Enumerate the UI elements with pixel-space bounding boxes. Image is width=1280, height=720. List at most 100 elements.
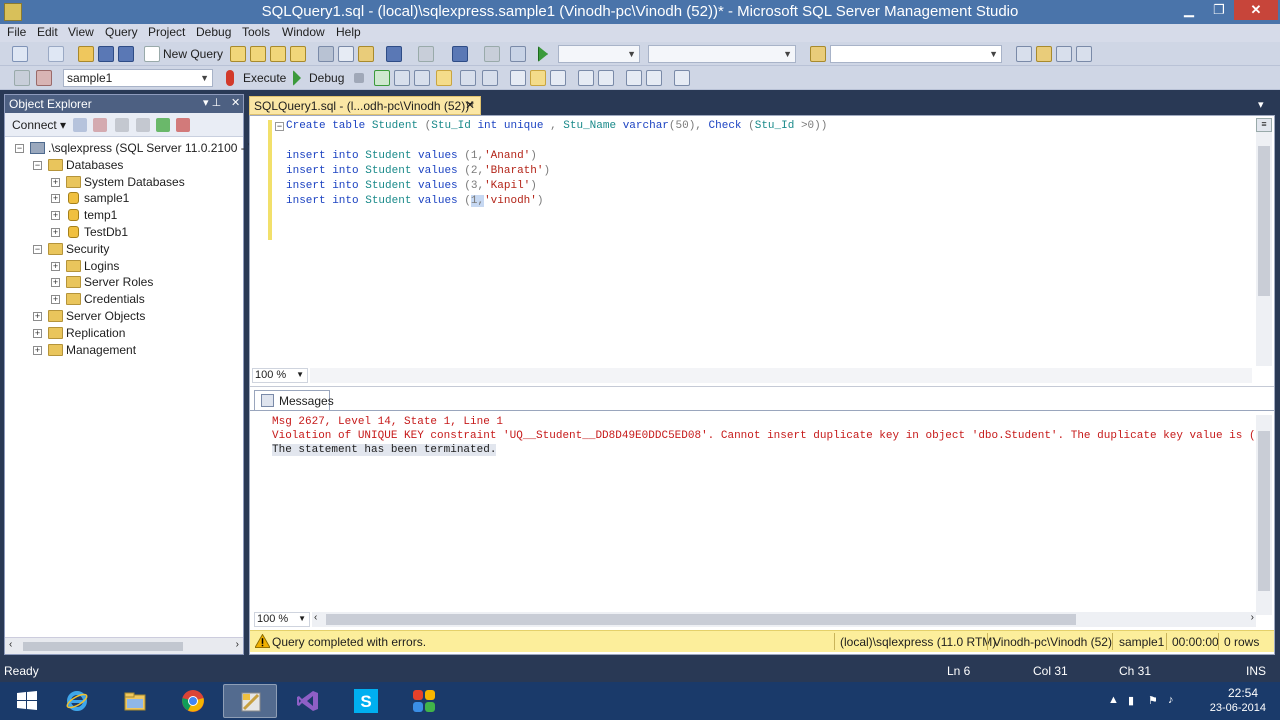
parse-icon[interactable] [374,70,390,86]
db-engine-query-icon[interactable] [230,46,246,62]
show-hidden-icons[interactable]: ▲ [1108,694,1120,706]
collapse-icon[interactable]: − [275,122,284,131]
registered-servers-icon[interactable] [1016,46,1032,62]
expand-icon[interactable]: + [51,177,60,187]
menu-debug[interactable]: Debug [196,25,231,39]
close-button[interactable]: ✕ [1234,0,1278,20]
expand-icon[interactable]: + [51,228,60,237]
object-explorer-close-icon[interactable]: ✕ [231,96,240,109]
mdx-query-icon[interactable] [270,46,286,62]
solution-platform-select[interactable]: ▼ [648,45,796,63]
taskbar-chrome[interactable] [166,684,220,718]
results-to-file-icon[interactable] [550,70,566,86]
include-plan-icon[interactable] [460,70,476,86]
results-grid-icon[interactable] [530,70,546,86]
expand-icon[interactable]: + [51,295,60,305]
expand-icon[interactable]: + [33,312,42,321]
navigate-forward-icon[interactable] [484,46,500,62]
find-in-files-icon[interactable] [810,46,826,62]
paste-icon[interactable] [358,46,374,62]
menu-query[interactable]: Query [105,25,138,39]
collapse-icon[interactable]: − [33,160,42,170]
increase-indent-icon[interactable] [646,70,662,86]
change-connection-icon[interactable] [36,70,52,86]
editor-vscroll[interactable] [1256,118,1272,366]
comment-icon[interactable] [578,70,594,86]
template-explorer-icon[interactable] [1056,46,1072,62]
client-stats-icon[interactable] [482,70,498,86]
add-item-icon[interactable] [48,46,64,62]
taskbar-app[interactable] [397,684,451,718]
menu-project[interactable]: Project [148,25,185,39]
document-list-icon[interactable]: ▾ [1258,98,1264,111]
save-all-icon[interactable] [118,46,134,62]
pin-icon[interactable]: ▾ ⊥ [203,96,221,109]
results-hscroll-thumb[interactable] [326,614,1076,625]
taskbar-visual-studio[interactable] [281,684,335,718]
battery-icon[interactable]: ▮ [1128,694,1140,707]
analysis-query-icon[interactable] [250,46,266,62]
flag-icon[interactable]: ⚑ [1148,694,1160,707]
split-handle-icon[interactable]: ≡ [1256,118,1272,132]
object-explorer-icon[interactable] [1036,46,1052,62]
refresh-icon[interactable] [156,118,170,132]
debug-button[interactable]: Debug [309,71,344,85]
object-explorer-hscroll[interactable]: ‹ › [5,637,243,654]
debug-icon[interactable] [293,70,301,86]
taskbar-ie[interactable] [50,684,104,718]
start-button[interactable] [0,684,54,718]
menu-edit[interactable]: Edit [37,25,58,39]
connect-icon[interactable] [14,70,30,86]
tab-close-icon[interactable]: ✕ [465,98,475,112]
expand-icon[interactable]: + [33,345,42,355]
connect-object-icon[interactable] [73,118,87,132]
scroll-thumb[interactable] [23,642,183,651]
scroll-right-icon[interactable]: › [236,639,239,650]
query-designer-icon[interactable] [414,70,430,86]
collapse-icon[interactable]: − [33,244,42,254]
expand-icon[interactable]: + [51,261,60,271]
redo-icon[interactable] [418,46,434,62]
display-plan-icon[interactable] [394,70,410,86]
expand-icon[interactable]: + [51,278,60,288]
activity-monitor-icon[interactable] [176,118,190,132]
results-vscroll[interactable] [1256,415,1272,615]
properties-window-icon[interactable] [1076,46,1092,62]
new-project-icon[interactable] [12,46,28,62]
expand-icon[interactable]: + [51,211,60,221]
find-combo[interactable]: ▼ [830,45,1002,63]
connect-button[interactable]: Connect ▾ [12,118,66,132]
filter-icon[interactable] [136,118,150,132]
cancel-query-icon[interactable] [354,73,364,83]
clock-date[interactable]: 23-06-2014 [1210,702,1266,714]
uncomment-icon[interactable] [598,70,614,86]
maximize-button[interactable]: ❐ [1204,0,1234,20]
results-scroll-thumb[interactable] [1258,431,1270,591]
clock-time[interactable]: 22:54 [1228,686,1258,700]
results-to-grid-icon[interactable] [436,70,452,86]
volume-icon[interactable]: ♪ [1168,694,1180,706]
open-file-icon[interactable] [78,46,94,62]
execute-button[interactable]: Execute [243,71,286,85]
menu-window[interactable]: Window [282,25,325,39]
expand-icon[interactable]: + [51,194,60,204]
specify-values-icon[interactable] [674,70,690,86]
taskbar-skype[interactable]: S [339,684,393,718]
undo-icon[interactable] [386,46,402,62]
solution-explorer-icon[interactable] [510,46,526,62]
editor-scroll-thumb[interactable] [1258,146,1270,296]
taskbar-explorer[interactable] [108,684,162,718]
query-document-tab[interactable]: SQLQuery1.sql - (l...odh-pc\Vinodh (52))… [249,96,481,115]
new-query-icon[interactable] [144,46,160,62]
editor-hscroll[interactable] [310,368,1252,383]
cut-icon[interactable] [318,46,334,62]
results-hscroll[interactable]: ‹ › [312,612,1256,627]
database-select[interactable]: sample1 ▼ [63,69,213,87]
messages-tab[interactable]: Messages [254,390,334,410]
results-to-text-icon[interactable] [510,70,526,86]
copy-icon[interactable] [338,46,354,62]
scroll-left-icon[interactable]: ‹ [9,639,12,650]
menu-help[interactable]: Help [336,25,361,39]
solution-config-select[interactable]: ▼ [558,45,640,63]
sql-editor[interactable]: − Create table Student (Stu_Id int uniqu… [250,116,1274,373]
